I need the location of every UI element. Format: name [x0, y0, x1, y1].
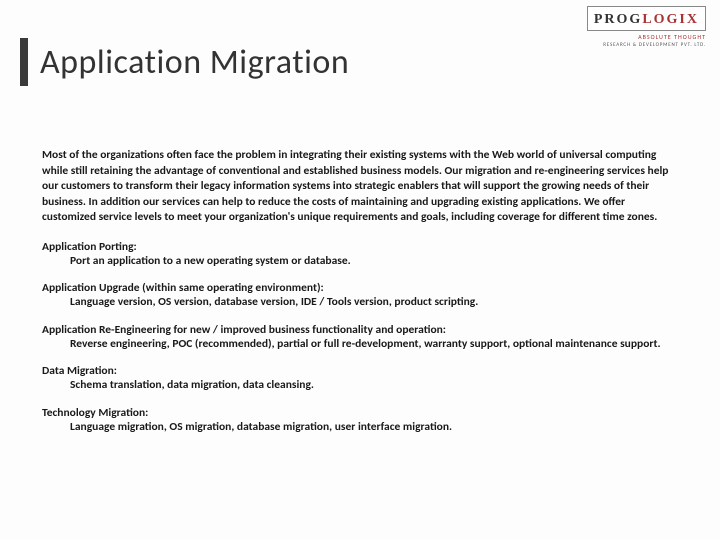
- title-block: Application Migration: [20, 38, 349, 86]
- section-re-engineering: Application Re-Engineering for new / imp…: [42, 323, 678, 353]
- section-heading: Data Migration:: [42, 364, 678, 378]
- logo-subline: RESEARCH & DEVELOPMENT PVT. LTD.: [586, 42, 706, 48]
- section-application-porting: Application Porting: Port an application…: [42, 240, 678, 270]
- logo-tagline: ABSOLUTE THOUGHT: [586, 33, 706, 41]
- section-body: Language migration, OS migration, databa…: [70, 420, 678, 436]
- section-heading: Application Porting:: [42, 240, 678, 254]
- brand-logo: PROGLOGIX ABSOLUTE THOUGHT RESEARCH & DE…: [586, 6, 706, 48]
- section-body: Schema translation, data migration, data…: [70, 378, 678, 394]
- section-body: Language version, OS version, database v…: [70, 295, 678, 311]
- logo-box: PROGLOGIX: [587, 6, 706, 31]
- logo-text-part2: LOGIX: [642, 12, 699, 27]
- intro-paragraph: Most of the organizations often face the…: [42, 148, 678, 226]
- section-application-upgrade: Application Upgrade (within same operati…: [42, 281, 678, 311]
- logo-text-part1: PROG: [594, 12, 642, 27]
- section-body: Port an application to a new operating s…: [70, 254, 678, 270]
- section-data-migration: Data Migration: Schema translation, data…: [42, 364, 678, 394]
- section-heading: Technology Migration:: [42, 406, 678, 420]
- section-heading: Application Re-Engineering for new / imp…: [42, 323, 678, 337]
- content-area: Most of the organizations often face the…: [42, 148, 678, 447]
- accent-bar-icon: [20, 38, 28, 86]
- section-technology-migration: Technology Migration: Language migration…: [42, 406, 678, 436]
- section-heading: Application Upgrade (within same operati…: [42, 281, 678, 295]
- page-title: Application Migration: [40, 42, 349, 83]
- section-body: Reverse engineering, POC (recommended), …: [70, 337, 678, 353]
